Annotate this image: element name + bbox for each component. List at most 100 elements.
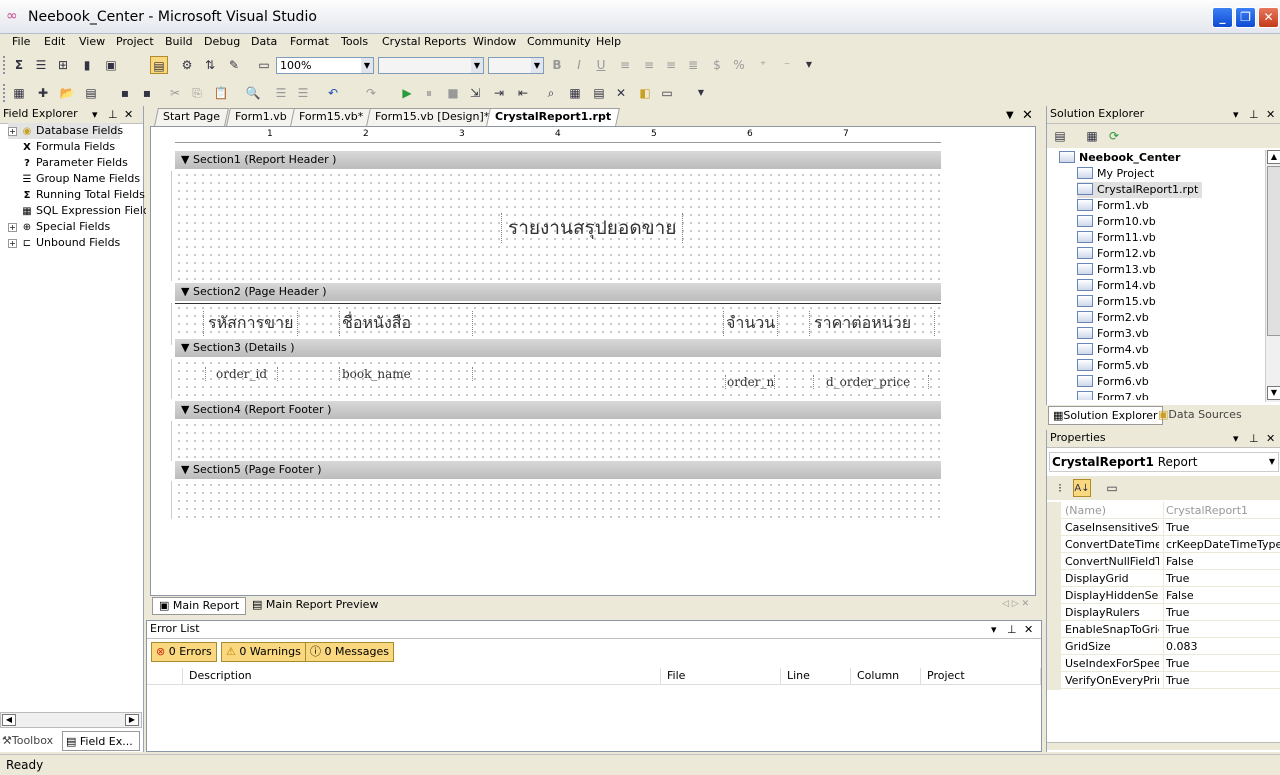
field-formula-fields[interactable]: X Formula Fields [20,139,115,155]
report-explorer-icon[interactable]: ▤ [150,56,168,74]
header-order-id[interactable]: รหัสการขาย [203,311,299,336]
comment-icon[interactable]: ☰ [272,84,290,102]
field-sql-expression-fields[interactable]: ▦ SQL Expression Fields [20,203,155,219]
property-row[interactable]: GridSize 0.083 [1061,638,1280,655]
solution-item[interactable]: Form15.vb [1077,294,1156,310]
font-name-select[interactable]: ▼ [378,57,484,74]
menu-crystal-reports[interactable]: Crystal Reports [380,35,468,48]
close-icon[interactable]: ✕ [1022,108,1033,123]
field-group-name-fields[interactable]: ☰ Group Name Fields [20,171,141,187]
section5-body[interactable] [175,481,941,519]
property-value[interactable]: True [1163,672,1280,689]
toolbar-grip[interactable] [3,84,7,102]
decrease-decimal-icon[interactable]: ⁻ [778,56,796,74]
menu-help[interactable]: Help [594,35,623,48]
menu-build[interactable]: Build [163,35,195,48]
step-into-icon[interactable]: ⇲ [466,84,484,102]
sum-icon[interactable]: Σ [10,56,28,74]
menu-view[interactable]: View [77,35,107,48]
scroll-up-icon[interactable]: ▲ [1267,150,1280,164]
property-row[interactable]: UseIndexForSpeed True [1061,655,1280,672]
col-column[interactable]: Column [851,668,921,684]
undo-icon[interactable]: ↶ [324,84,342,102]
tab-solution-explorer[interactable]: ▦Solution Explorer [1048,406,1163,425]
minimize-button[interactable]: _ [1212,7,1233,28]
expand-icon[interactable]: + [8,222,17,232]
menu-tools[interactable]: Tools [339,35,370,48]
copy-icon[interactable]: ⎘ [188,84,206,102]
property-value[interactable]: CrystalReport1 [1163,502,1280,519]
step-out-icon[interactable]: ⇤ [514,84,532,102]
add-new-item-icon[interactable]: ▤ [82,84,100,102]
solution-item[interactable]: Form5.vb [1077,358,1149,374]
increase-decimal-icon[interactable]: ⁺ [754,56,772,74]
col-project[interactable]: Project [921,668,1041,684]
uncomment-icon[interactable]: ☰ [294,84,312,102]
toolbar-grip[interactable] [3,56,7,74]
solution-item[interactable]: Form10.vb [1077,214,1156,230]
property-value[interactable]: True [1163,621,1280,638]
property-pages-icon[interactable]: ▭ [1103,479,1121,497]
property-row[interactable]: DisplayRulers True [1061,604,1280,621]
field-parameter-fields[interactable]: ? Parameter Fields [20,155,128,171]
solution-item[interactable]: Form7.vb [1077,390,1149,400]
sort-icon[interactable]: ⇅ [201,56,219,74]
solution-item[interactable]: Form2.vb [1077,310,1149,326]
pin-icon[interactable]: ⊥ [1249,431,1259,447]
zoom-select[interactable]: 100% ▼ [276,57,374,74]
section4-body[interactable] [175,421,941,461]
menu-file[interactable]: File [10,35,32,48]
property-row[interactable]: ConvertNullFieldToDefault False [1061,553,1280,570]
open-file-icon[interactable]: 📂 [58,84,76,102]
field-running-total-fields[interactable]: Σ Running Total Fields [20,187,145,203]
scroll-thumb[interactable] [1267,166,1280,336]
insert-chart-icon[interactable]: ▮ [78,56,96,74]
find-icon[interactable]: 🔍 [244,84,262,102]
align-right-icon[interactable]: ≡ [662,56,680,74]
property-row[interactable]: DisplayHiddenSections False [1061,587,1280,604]
property-value[interactable]: False [1163,587,1280,604]
field-database-fields[interactable]: + ◉ Database Fields [8,123,123,139]
solution-item[interactable]: Form14.vb [1077,278,1156,294]
formula-workshop-icon[interactable]: ✎ [225,56,243,74]
close-button[interactable]: ✕ [1258,7,1279,28]
menu-format[interactable]: Format [288,35,331,48]
property-row[interactable]: DisplayGrid True [1061,570,1280,587]
select-expert-icon[interactable]: ⚙ [178,56,196,74]
scroll-left-icon[interactable]: ◀ [2,714,16,726]
close-icon[interactable]: ✕ [1266,431,1275,447]
toolbar-options-icon[interactable]: ▼ [800,56,818,74]
errors-filter-button[interactable]: ⊗ 0 Errors [151,642,217,662]
warnings-filter-button[interactable]: ⚠ 0 Warnings [221,642,306,662]
scroll-down-icon[interactable]: ▼ [1267,386,1280,400]
insert-group-icon[interactable]: ☰ [32,56,50,74]
section5-bar[interactable]: ▼ Section5 (Page Footer ) [175,461,941,479]
properties-icon[interactable]: ▤ [1051,127,1069,145]
tab-start-page[interactable]: Start Page [154,108,229,126]
expand-icon[interactable]: + [8,126,17,136]
solution-item[interactable]: CrystalReport1.rpt [1077,182,1203,198]
alphabetical-icon[interactable]: A↓ [1073,479,1091,497]
menu-community[interactable]: Community [525,35,593,48]
show-all-files-icon[interactable]: ▦ [1083,127,1101,145]
project-node[interactable]: Neebook_Center [1059,150,1180,166]
currency-icon[interactable]: $ [708,56,726,74]
stop-icon[interactable]: ■ [444,84,462,102]
solution-item[interactable]: Form12.vb [1077,246,1156,262]
tab-field-explorer[interactable]: ▤ Field Ex... [62,731,140,751]
header-book-name[interactable]: ชื่อหนังสือ [339,311,473,336]
horizontal-scrollbar[interactable]: ◀ ▶ [0,712,142,728]
property-value[interactable]: crKeepDateTimeType [1163,536,1280,553]
properties-description-splitter[interactable] [1047,742,1280,750]
pin-icon[interactable]: ⊥ [1249,107,1259,123]
section2-bar[interactable]: ▼ Section2 (Page Header ) [175,283,941,301]
section1-bar[interactable]: ▼ Section1 (Report Header ) [175,151,941,169]
menu-debug[interactable]: Debug [202,35,242,48]
object-browser-icon[interactable]: ◧ [636,84,654,102]
close-icon[interactable]: ✕ [124,107,133,123]
section3-body[interactable]: order_id book_name order_nu d_order_pric… [175,359,941,399]
redo-icon[interactable]: ↷ [362,84,380,102]
new-project-icon[interactable]: ▦ [10,84,28,102]
tab-main-report-preview[interactable]: ▤ Main Report Preview [246,597,384,615]
font-size-select[interactable]: ▼ [488,57,544,74]
